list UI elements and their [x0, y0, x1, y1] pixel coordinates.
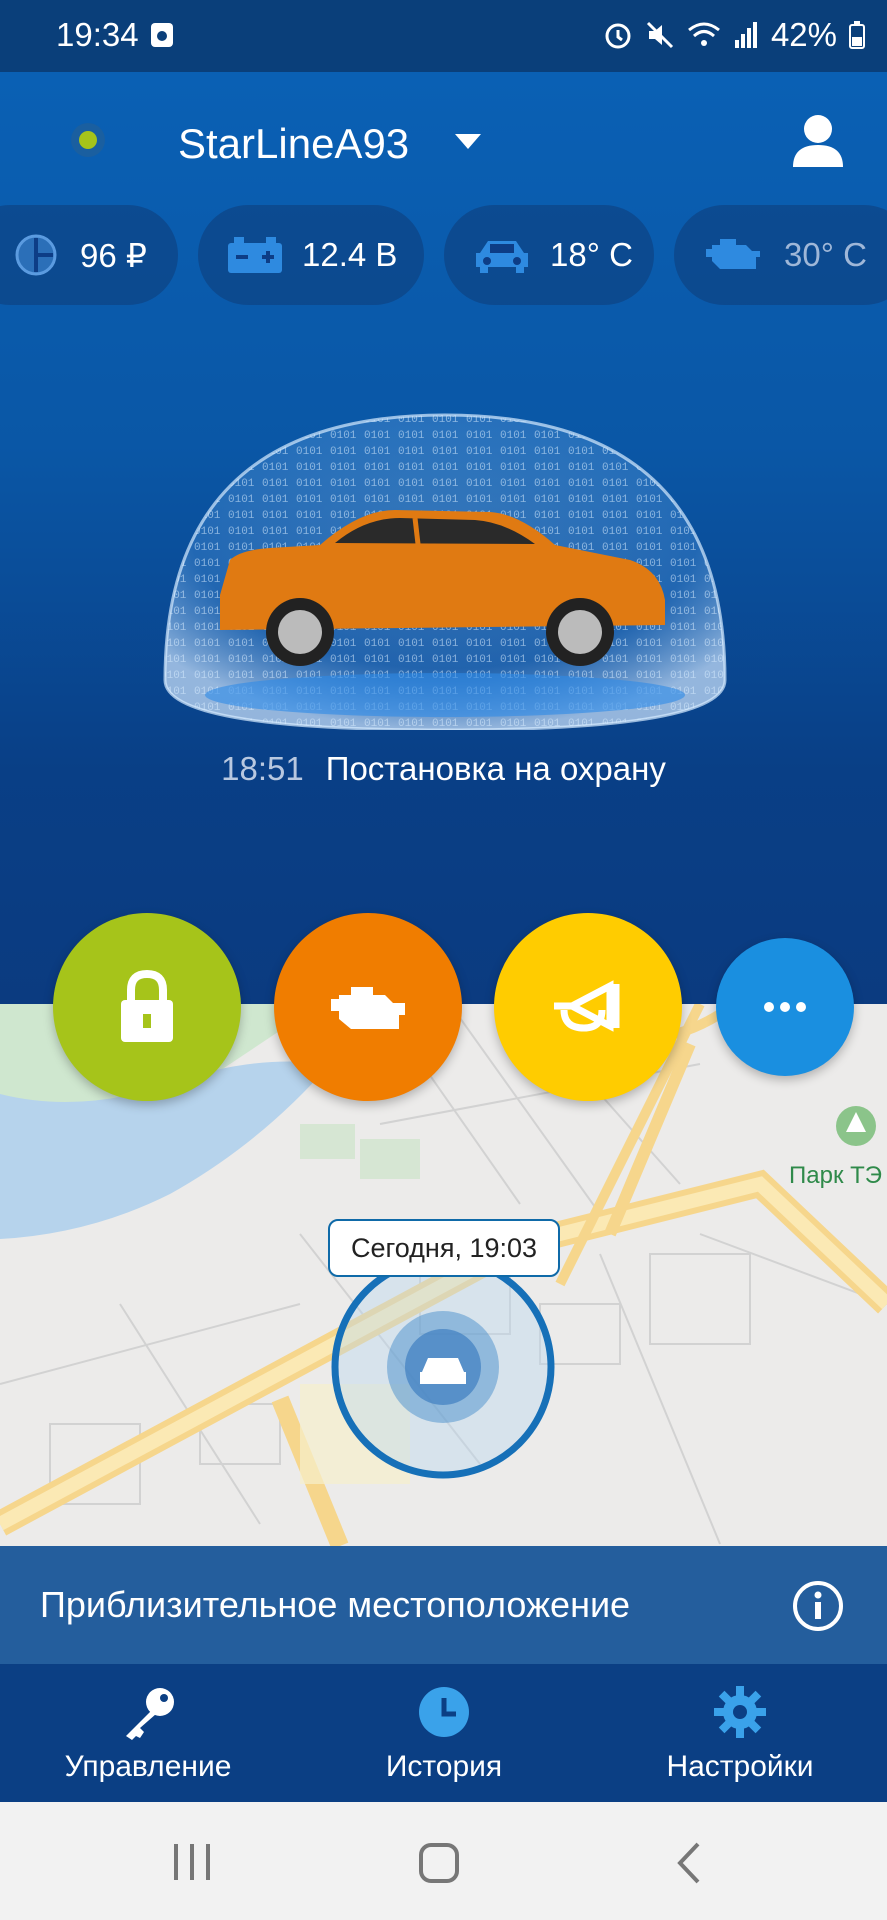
device-name: StarLineA93: [178, 120, 410, 167]
lock-icon: [121, 970, 173, 1042]
status-icons: 42%: [603, 16, 865, 54]
wifi-icon: [688, 22, 720, 46]
key-icon: [126, 1688, 174, 1740]
bottom-navigation: Управление История Настройки: [0, 1664, 887, 1802]
horn-button[interactable]: [494, 913, 682, 1101]
location-time-tooltip: Сегодня, 19:03: [328, 1219, 560, 1277]
status-bar: 19:34 42%: [0, 0, 887, 72]
engine-temp-chip[interactable]: 30° C: [674, 205, 887, 305]
clock-icon: [419, 1687, 469, 1737]
car-location-marker[interactable]: [330, 1254, 556, 1480]
engine-icon: [331, 987, 405, 1029]
cabin-temp-value: 18° C: [550, 236, 633, 273]
mute-icon: [646, 21, 673, 49]
event-time: 18:51: [221, 750, 304, 787]
nav-settings-label: Настройки: [666, 1750, 814, 1783]
device-selector[interactable]: StarLineA93: [178, 120, 409, 168]
nav-history-label: История: [385, 1750, 503, 1783]
battery-icon: [228, 237, 282, 273]
system-navigation-bar: [0, 1802, 887, 1920]
gear-icon: [714, 1686, 766, 1738]
engine-temp-value: 30° C: [784, 236, 867, 273]
last-event: 18:51 Постановка на охрану: [0, 750, 887, 788]
arm-button[interactable]: [53, 913, 241, 1101]
info-icon[interactable]: [792, 1580, 844, 1632]
dashboard-header: StarLineA93 96 ₽ 12.4 В 18° C 30° C 18:5…: [0, 72, 887, 1004]
status-time: 19:34: [56, 16, 139, 53]
map-poi-label: Парк ТЭ: [789, 1162, 883, 1189]
home-icon[interactable]: [418, 1842, 460, 1884]
battery-voltage: 12.4 В: [302, 236, 398, 273]
horn-icon: [554, 980, 620, 1032]
engine-start-button[interactable]: [274, 913, 462, 1101]
tooltip-text: Сегодня, 19:03: [350, 1232, 538, 1263]
recent-apps-icon[interactable]: [172, 1844, 212, 1880]
signal-icon: [734, 22, 757, 48]
balance-icon: [15, 234, 57, 276]
location-info-bar[interactable]: Приблизительное местоположение: [0, 1546, 887, 1664]
balance-value: 96 ₽: [80, 236, 147, 274]
location-text: Приблизительное местоположение: [40, 1584, 631, 1625]
nav-settings[interactable]: Настройки: [592, 1664, 887, 1802]
car-icon: [476, 241, 528, 273]
sensor-chips: 96 ₽ 12.4 В 18° C 30° C: [0, 205, 887, 305]
nav-history[interactable]: История: [296, 1664, 592, 1802]
battery-status-icon: [849, 21, 865, 49]
chevron-down-icon[interactable]: [455, 134, 481, 150]
nav-control[interactable]: Управление: [0, 1664, 296, 1802]
alarm-icon: [605, 23, 631, 49]
cabin-temp-chip[interactable]: 18° C: [444, 205, 654, 305]
event-text: Постановка на охрану: [325, 750, 666, 787]
more-icon: [764, 1002, 806, 1012]
more-actions-button[interactable]: [716, 938, 854, 1076]
nav-control-label: Управление: [64, 1750, 232, 1783]
car-dome-illustration: 0101: [163, 413, 727, 730]
battery-percent: 42%: [770, 16, 837, 53]
screenshot-icon: [151, 23, 173, 47]
balance-chip[interactable]: 96 ₽: [0, 205, 178, 305]
profile-icon[interactable]: [790, 112, 846, 168]
back-icon[interactable]: [676, 1842, 702, 1884]
battery-chip[interactable]: 12.4 В: [198, 205, 424, 305]
engine-icon: [706, 239, 760, 269]
connection-status-icon: [71, 123, 105, 157]
